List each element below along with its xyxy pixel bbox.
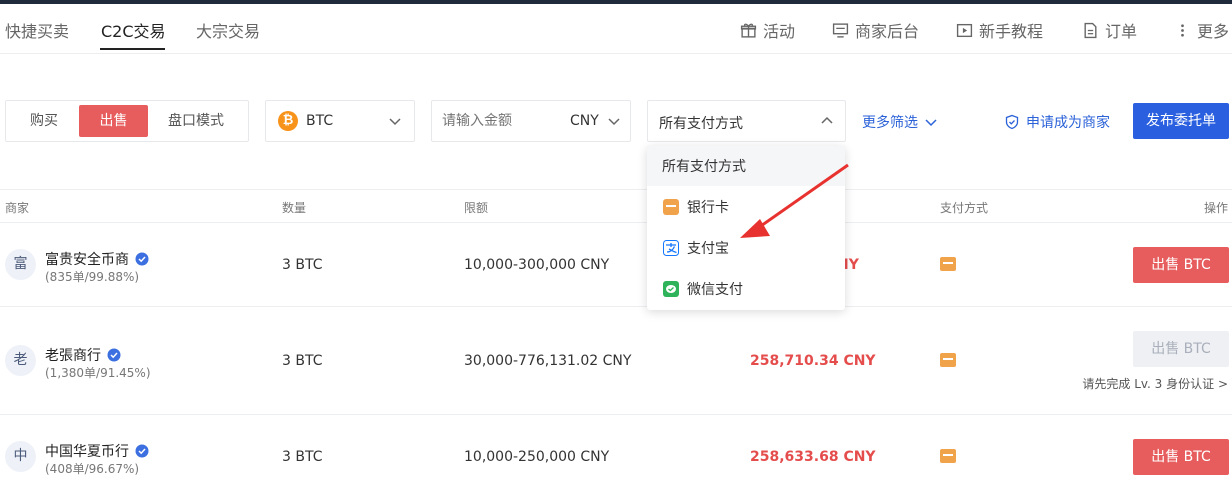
buy-segment-button[interactable]: 购买 xyxy=(10,105,78,137)
tab-quick-trade[interactable]: 快捷买卖 xyxy=(5,18,69,42)
merchant-stats: (835单/99.88%) xyxy=(45,270,140,284)
table-header: 商家 数量 限额 支付方式 操作 xyxy=(0,189,1232,223)
quantity-cell: 3 BTC xyxy=(282,353,323,369)
bitcoin-icon: ₿ xyxy=(278,111,298,131)
chevron-down-icon xyxy=(925,119,937,127)
amount-input[interactable] xyxy=(442,111,562,131)
merchant-name[interactable]: 富贵安全币商 xyxy=(45,249,149,269)
coin-select[interactable]: ₿ BTC xyxy=(265,100,415,142)
play-video-icon xyxy=(956,23,973,37)
nav-tutorial[interactable]: 新手教程 xyxy=(956,18,1043,42)
header-merchant: 商家 xyxy=(5,201,30,215)
tab-c2c[interactable]: C2C交易 xyxy=(101,18,166,42)
header-action: 操作 xyxy=(1204,201,1229,215)
quantity-cell: 3 BTC xyxy=(282,449,323,465)
avatar: 老 xyxy=(5,345,36,376)
nav-more[interactable]: 更多 xyxy=(1174,18,1229,42)
avatar: 富 xyxy=(5,249,36,280)
chevron-down-icon[interactable] xyxy=(607,114,621,128)
active-tab-underline xyxy=(100,48,165,50)
bank-card-icon xyxy=(940,353,956,367)
payment-method-select[interactable]: 所有支付方式 xyxy=(647,100,846,142)
merchant-stats: (408单/96.67%) xyxy=(45,462,140,476)
chevron-up-icon xyxy=(821,116,833,124)
currency-select-value[interactable]: CNY xyxy=(570,113,599,129)
quantity-cell: 3 BTC xyxy=(282,257,323,273)
sell-btc-button-disabled[interactable]: 出售 BTC xyxy=(1133,331,1229,367)
verified-badge-icon xyxy=(107,348,121,362)
kyc-requirement-link[interactable]: 请先完成 Lv. 3 身份认证 > xyxy=(1082,375,1228,392)
nav-merchant-backend[interactable]: 商家后台 xyxy=(832,18,919,42)
table-row: 富 富贵安全币商 (835单/99.88%) 3 BTC 10,000-300,… xyxy=(0,223,1232,307)
payment-option-alipay[interactable]: 支付宝 xyxy=(647,228,845,268)
table-row: 中 中国华夏币行 (408单/96.67%) 3 BTC 10,000-250,… xyxy=(0,415,1232,498)
document-icon xyxy=(1084,22,1097,38)
limit-cell: 30,000-776,131.02 CNY xyxy=(464,353,632,369)
nav-orders[interactable]: 订单 xyxy=(1082,18,1137,42)
gift-icon xyxy=(740,23,757,38)
merchant-name[interactable]: 老張商行 xyxy=(45,345,121,365)
avatar: 中 xyxy=(5,441,36,472)
wechat-pay-icon xyxy=(663,281,679,297)
price-cell: 258,633.68 CNY xyxy=(750,449,876,465)
verified-badge-icon xyxy=(135,444,149,458)
limit-cell: 10,000-300,000 CNY xyxy=(464,257,610,273)
tab-block-trade[interactable]: 大宗交易 xyxy=(196,18,260,42)
sell-btc-button[interactable]: 出售 BTC xyxy=(1133,439,1229,475)
apply-merchant-link[interactable]: 申请成为商家 xyxy=(1004,112,1110,132)
limit-cell: 10,000-250,000 CNY xyxy=(464,449,610,465)
amount-input-group: CNY xyxy=(431,100,631,142)
payment-option-bank-card[interactable]: 银行卡 xyxy=(647,187,845,227)
merchant-screen-icon xyxy=(832,22,849,38)
header-limit: 限额 xyxy=(464,201,489,215)
bank-card-icon xyxy=(663,199,679,215)
more-vertical-icon xyxy=(1181,23,1184,37)
payment-option-all[interactable]: 所有支付方式 xyxy=(647,146,845,186)
merchant-stats: (1,380单/91.45%) xyxy=(45,366,151,380)
header-quantity: 数量 xyxy=(282,201,307,215)
sell-btc-button[interactable]: 出售 BTC xyxy=(1133,247,1229,283)
shield-check-icon xyxy=(1005,114,1019,130)
nav-activity[interactable]: 活动 xyxy=(740,18,795,42)
trade-side-segment: 购买 出售 盘口模式 xyxy=(5,100,249,142)
coin-select-value: BTC xyxy=(306,113,334,129)
chevron-down-icon xyxy=(389,118,401,126)
price-cell: 258,710.34 CNY xyxy=(750,353,876,369)
payment-option-wechat[interactable]: 微信支付 xyxy=(647,269,845,309)
table-row: 老 老張商行 (1,380单/91.45%) 3 BTC 30,000-776,… xyxy=(0,307,1232,415)
bank-card-icon xyxy=(940,257,956,271)
payment-method-dropdown: 所有支付方式 银行卡 支付宝 微信支付 xyxy=(647,146,845,310)
header-payment: 支付方式 xyxy=(940,201,989,215)
payment-select-value: 所有支付方式 xyxy=(659,116,743,132)
publish-order-button[interactable]: 发布委托单 xyxy=(1133,103,1229,139)
top-tabs: 快捷买卖 C2C交易 大宗交易 活动 商家后台 新手教程 订单 更多 xyxy=(0,4,1232,54)
sell-segment-button[interactable]: 出售 xyxy=(79,105,148,137)
bank-card-icon xyxy=(940,449,956,463)
orderbook-mode-button[interactable]: 盘口模式 xyxy=(152,105,240,137)
more-filters-button[interactable]: 更多筛选 xyxy=(862,112,938,132)
verified-badge-icon xyxy=(135,252,149,266)
merchant-name[interactable]: 中国华夏币行 xyxy=(45,441,149,461)
alipay-icon xyxy=(663,240,679,256)
